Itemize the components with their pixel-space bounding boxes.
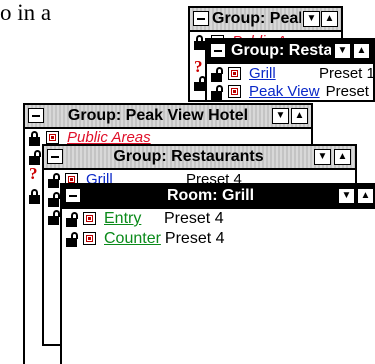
- preset-label: Preset 4: [164, 230, 225, 247]
- room-card-icon: [83, 232, 96, 245]
- unlock-icon: [48, 173, 60, 188]
- maximize-button[interactable]: ▲: [321, 11, 338, 27]
- list-item[interactable]: Counter Preset 4: [66, 230, 225, 248]
- maximize-button[interactable]: ▲: [334, 149, 351, 165]
- preset-label: Preset 1: [325, 83, 373, 100]
- title-bar[interactable]: Group: Peak View Hotel ▼ ▲: [25, 105, 311, 129]
- unknown-status-icon: ?: [194, 57, 203, 76]
- system-menu-icon[interactable]: [193, 11, 209, 26]
- room-card-icon: [228, 67, 241, 80]
- preset-label: Preset 1: [319, 65, 375, 82]
- minimize-button[interactable]: ▼: [334, 43, 351, 59]
- list-item[interactable]: Entry Preset 4: [66, 210, 224, 228]
- item-name[interactable]: Grill: [249, 65, 319, 83]
- window-restaurants-back[interactable]: Group: Restaurants ▼ ▲ GrillPreset 1 Pea…: [205, 38, 375, 102]
- window-title: Room: Grill: [166, 187, 255, 204]
- system-menu-icon[interactable]: [28, 108, 44, 123]
- unknown-status-icon: ?: [29, 164, 38, 183]
- maximize-button[interactable]: ▲: [291, 108, 308, 124]
- lock-icon: [29, 131, 40, 146]
- system-menu-icon[interactable]: [65, 188, 81, 203]
- unlock-icon: [211, 67, 223, 82]
- room-card-icon: [46, 131, 59, 144]
- system-menu-icon[interactable]: [47, 149, 63, 164]
- unlock-icon: [211, 85, 223, 100]
- system-menu-icon[interactable]: [210, 43, 226, 58]
- window-title: Group: Restaurants: [113, 148, 264, 165]
- maximize-button[interactable]: ▲: [357, 188, 374, 204]
- item-name[interactable]: Entry: [104, 210, 164, 228]
- title-bar[interactable]: Group: Restaurants ▼ ▲: [44, 146, 355, 170]
- unlock-icon: [48, 210, 60, 225]
- lock-icon: [29, 189, 40, 204]
- maximize-button[interactable]: ▲: [353, 43, 370, 59]
- window-title: Group: Peak View Hotel: [67, 107, 249, 124]
- window-title: Group: Restaurants: [231, 42, 331, 59]
- title-bar[interactable]: Group: Restaurants ▼ ▲: [207, 40, 373, 64]
- preset-label: Preset 4: [164, 210, 224, 227]
- lock-icon: [194, 35, 205, 50]
- list-item[interactable]: Peak View Preset 1: [211, 83, 373, 100]
- room-card-icon: [228, 85, 241, 98]
- minimize-button[interactable]: ▼: [338, 188, 355, 204]
- document-text-fragment: o in a: [0, 0, 52, 25]
- item-name[interactable]: Counter: [104, 230, 161, 248]
- unlock-icon: [194, 76, 206, 91]
- unlock-icon: [66, 232, 78, 247]
- window-title: Group: Peak View Hotel: [212, 10, 301, 27]
- unlock-icon: [48, 192, 60, 207]
- minimize-button[interactable]: ▼: [272, 108, 289, 124]
- item-name[interactable]: Peak View: [249, 83, 320, 100]
- list-item[interactable]: Grill Preset 1: [211, 65, 375, 83]
- minimize-button[interactable]: ▼: [303, 11, 320, 27]
- unlock-icon: [66, 212, 78, 227]
- room-card-icon: [83, 212, 96, 225]
- title-bar[interactable]: Group: Peak View Hotel ▼ ▲: [190, 8, 341, 32]
- unlock-icon: [29, 150, 41, 165]
- minimize-button[interactable]: ▼: [314, 149, 331, 165]
- title-bar[interactable]: Room: Grill ▼ ▲: [62, 185, 375, 209]
- window-room-grill[interactable]: Room: Grill ▼ ▲ Entry Preset 4 Counter Pre…: [60, 183, 375, 364]
